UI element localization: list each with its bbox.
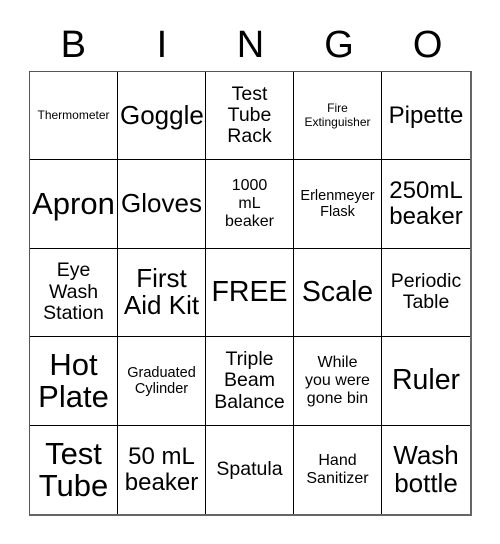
- bingo-cell[interactable]: Thermometer: [30, 72, 118, 161]
- bingo-cell[interactable]: Gloves: [118, 160, 206, 249]
- bingo-card: B I N G O Thermometer Goggles Test Tube Ra…: [0, 0, 500, 544]
- bingo-cell[interactable]: Scale: [294, 248, 382, 338]
- bingo-cell-label: Apron: [32, 185, 115, 221]
- bingo-grid: Thermometer Goggles Test Tube Rack Fire Ext…: [29, 71, 472, 516]
- bingo-cell[interactable]: Pipette: [382, 72, 470, 161]
- bingo-cell[interactable]: Fire Extinguisher: [294, 72, 382, 161]
- bingo-cell-label: Thermometer: [37, 107, 110, 122]
- bingo-cell-label: Ruler: [391, 363, 461, 396]
- bingo-cell[interactable]: Wash bottle: [382, 425, 470, 514]
- bingo-cell-label: Triple Beam Balance: [214, 347, 285, 413]
- bingo-header-letter-b: B: [60, 24, 86, 66]
- bingo-cell-label: Spatula: [216, 458, 283, 481]
- bingo-cell[interactable]: Spatula: [206, 425, 294, 514]
- bingo-cell-label: 50 mL beaker: [124, 442, 199, 496]
- bingo-cell[interactable]: Erlenmeyer Flask: [294, 160, 382, 249]
- bingo-cell-label: First Aid Kit: [123, 262, 200, 321]
- bingo-cell-label: Test Tube Rack: [227, 82, 272, 148]
- bingo-free-space-cell[interactable]: FREE: [206, 248, 294, 338]
- bingo-cell-label: 1000 mL beaker: [225, 176, 274, 231]
- bingo-header-letter-g: G: [324, 24, 354, 66]
- bingo-header-letter-n: N: [236, 24, 265, 66]
- bingo-cell-label: Hot Plate: [38, 346, 109, 414]
- bingo-cell-label: Periodic Table: [390, 270, 462, 314]
- bingo-cell[interactable]: Hand Sanitizer: [294, 425, 382, 514]
- bingo-cell-label: Eye Wash Station: [43, 259, 104, 325]
- bingo-cell-label: Wash bottle: [393, 440, 459, 498]
- bingo-cell-label: Hand Sanitizer: [306, 451, 369, 487]
- bingo-cell[interactable]: Ruler: [382, 337, 470, 426]
- bingo-cell-label: Fire Extinguisher: [304, 101, 371, 129]
- bingo-cell[interactable]: Periodic Table: [382, 248, 470, 338]
- bingo-cell-label: 250mL beaker: [389, 177, 463, 231]
- bingo-cell[interactable]: Hot Plate: [30, 337, 118, 426]
- bingo-cell[interactable]: Test Tube Rack: [206, 72, 294, 161]
- bingo-cell-label: Erlenmeyer Flask: [300, 187, 375, 221]
- bingo-cell-label: Goggles: [120, 99, 205, 130]
- bingo-cell-label: FREE: [211, 275, 288, 308]
- bingo-cell[interactable]: Goggles: [118, 72, 206, 161]
- bingo-cell-label: Scale: [301, 275, 374, 308]
- bingo-cell-label: Pipette: [388, 101, 464, 129]
- bingo-cell-label: Test Tube: [38, 435, 109, 503]
- bingo-cell-label: While you were gone bin: [305, 353, 370, 407]
- bingo-cell[interactable]: Test Tube: [30, 425, 118, 514]
- bingo-cell[interactable]: Apron: [30, 160, 118, 249]
- bingo-cell[interactable]: 1000 mL beaker: [206, 160, 294, 249]
- bingo-cell[interactable]: Eye Wash Station: [30, 248, 118, 338]
- bingo-header-letter-i: I: [156, 24, 168, 66]
- bingo-cell[interactable]: While you were gone bin: [294, 337, 382, 426]
- bingo-header-letter-o: O: [412, 24, 443, 66]
- bingo-cell[interactable]: Graduated Cylinder: [118, 337, 206, 426]
- bingo-cell[interactable]: Triple Beam Balance: [206, 337, 294, 426]
- bingo-cell[interactable]: 250mL beaker: [382, 160, 470, 249]
- bingo-cell[interactable]: First Aid Kit: [118, 248, 206, 338]
- bingo-header-row: B I N G O: [29, 22, 472, 68]
- bingo-cell-label: Graduated Cylinder: [127, 364, 196, 397]
- bingo-cell-label: Gloves: [121, 188, 202, 219]
- bingo-cell[interactable]: 50 mL beaker: [118, 425, 206, 514]
